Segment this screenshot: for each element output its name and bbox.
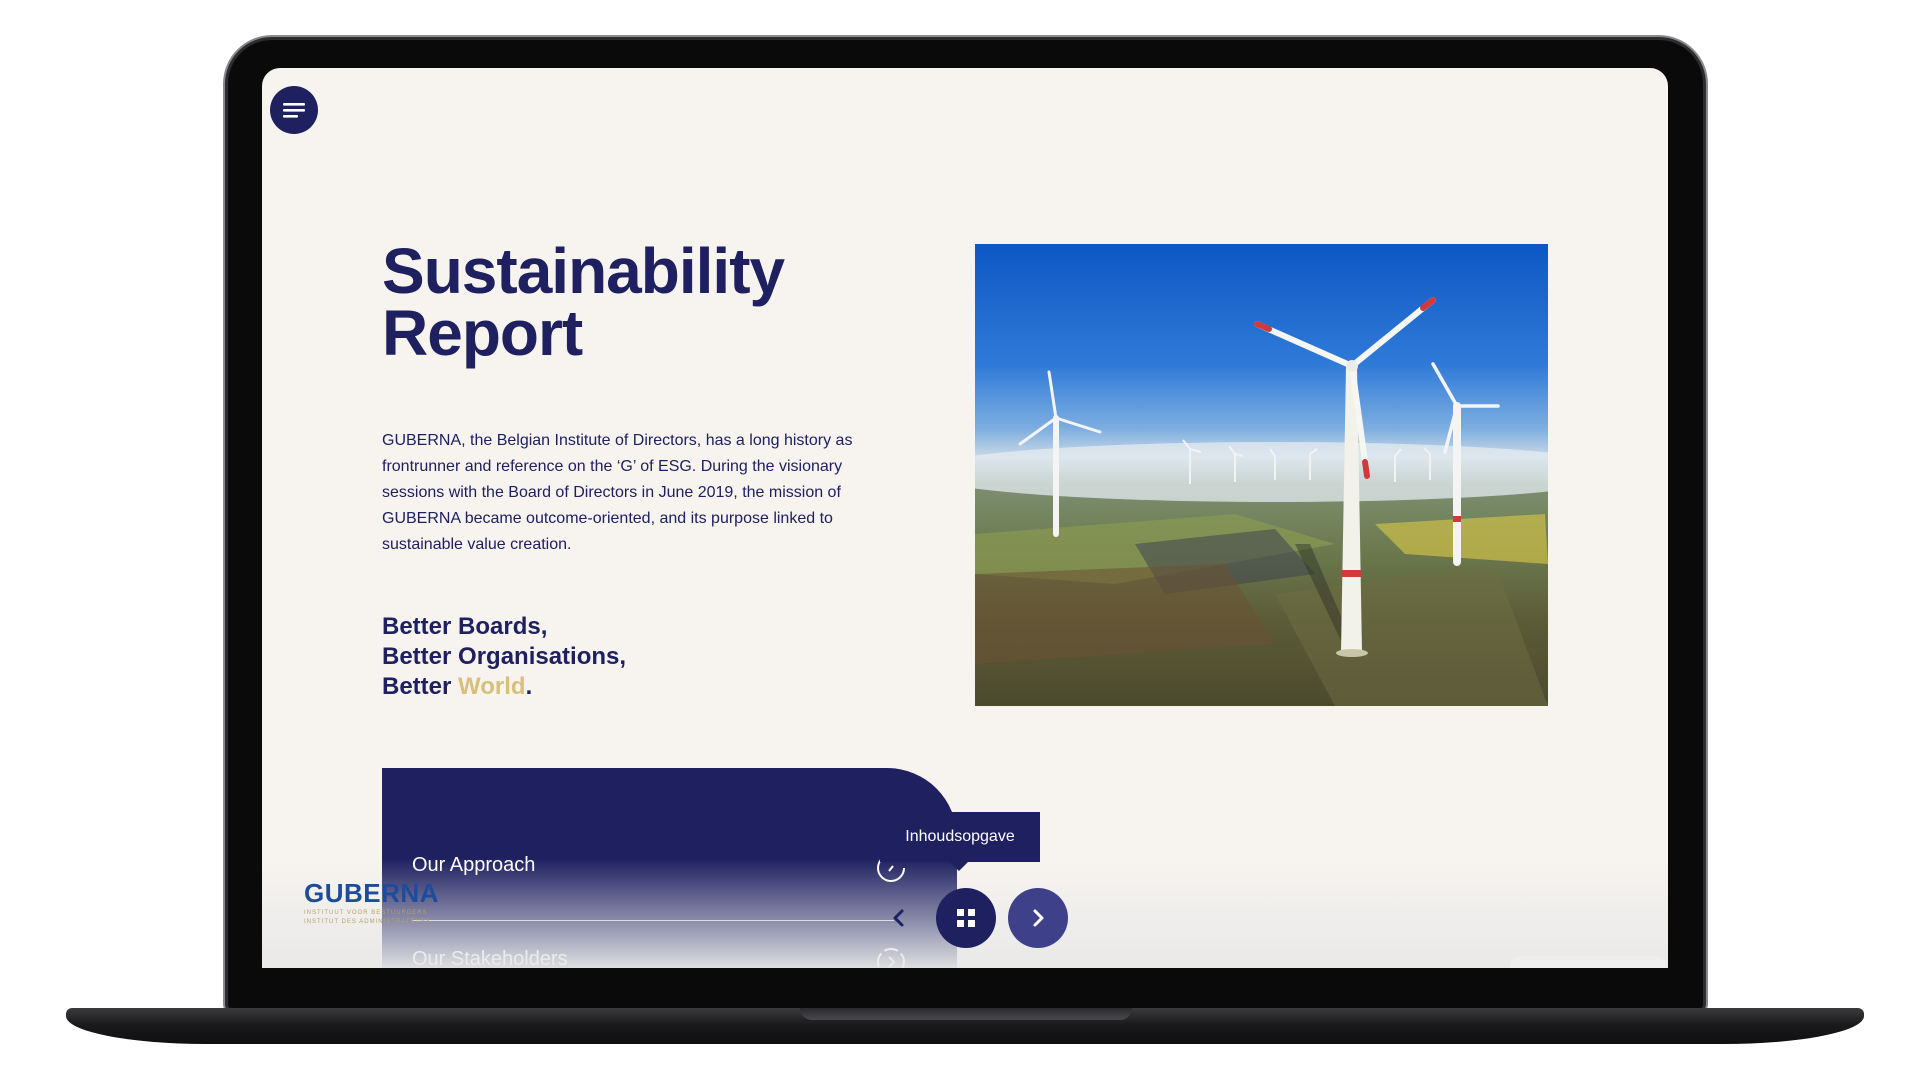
hero-image-wind-turbines	[975, 244, 1548, 706]
toc-item-label: Our Approach	[412, 854, 536, 876]
tagline-line-2: Better Organisations,	[382, 643, 627, 670]
tagline-highlight: World	[458, 673, 526, 700]
logo-subtitle-2: INSTITUT DES ADMINISTRATEURS	[304, 919, 432, 925]
toc-tooltip: Inhoudsopgave	[880, 812, 1040, 871]
tagline-line-1: Better Boards,	[382, 613, 548, 640]
toc-item-our-stakeholders[interactable]: Our Stakeholders	[412, 948, 907, 968]
title-line-2: Report	[382, 297, 583, 369]
tagline-line-3-prefix: Better	[382, 673, 459, 700]
table-of-contents-panel: Our Approach Our Stakeholders	[382, 768, 957, 968]
table-of-contents-button[interactable]	[936, 888, 996, 948]
menu-icon	[283, 103, 305, 118]
chevron-right-icon	[1033, 909, 1044, 927]
tagline-line-3-suffix: .	[525, 673, 533, 700]
logo-subtitle-1: INSTITUUT VOOR BESTUURDERS	[304, 910, 428, 916]
logo-wordmark: GUBERNA	[304, 878, 439, 908]
page-navigation	[874, 888, 1068, 948]
previous-page-button[interactable]	[874, 888, 924, 948]
laptop-screen: Sustainability Report GUBERNA, the Belgi…	[262, 68, 1668, 968]
next-page-button[interactable]	[1008, 888, 1068, 948]
corner-widget	[1510, 956, 1666, 968]
tagline: Better Boards, Better Organisations, Bet…	[382, 612, 626, 702]
toc-item-our-approach[interactable]: Our Approach	[412, 854, 907, 882]
menu-button[interactable]	[270, 86, 318, 134]
toc-divider	[412, 920, 894, 921]
arrow-circle-icon	[877, 948, 905, 968]
intro-paragraph: GUBERNA, the Belgian Institute of Direct…	[382, 432, 853, 553]
page-title: Sustainability Report	[382, 239, 785, 365]
guberna-logo: GUBERNA INSTITUUT VOOR BESTUURDERS INSTI…	[304, 878, 439, 927]
laptop-notch	[800, 1008, 1132, 1020]
chevron-left-icon	[893, 909, 904, 927]
toc-item-label: Our Stakeholders	[412, 948, 568, 968]
grid-icon	[957, 909, 975, 927]
